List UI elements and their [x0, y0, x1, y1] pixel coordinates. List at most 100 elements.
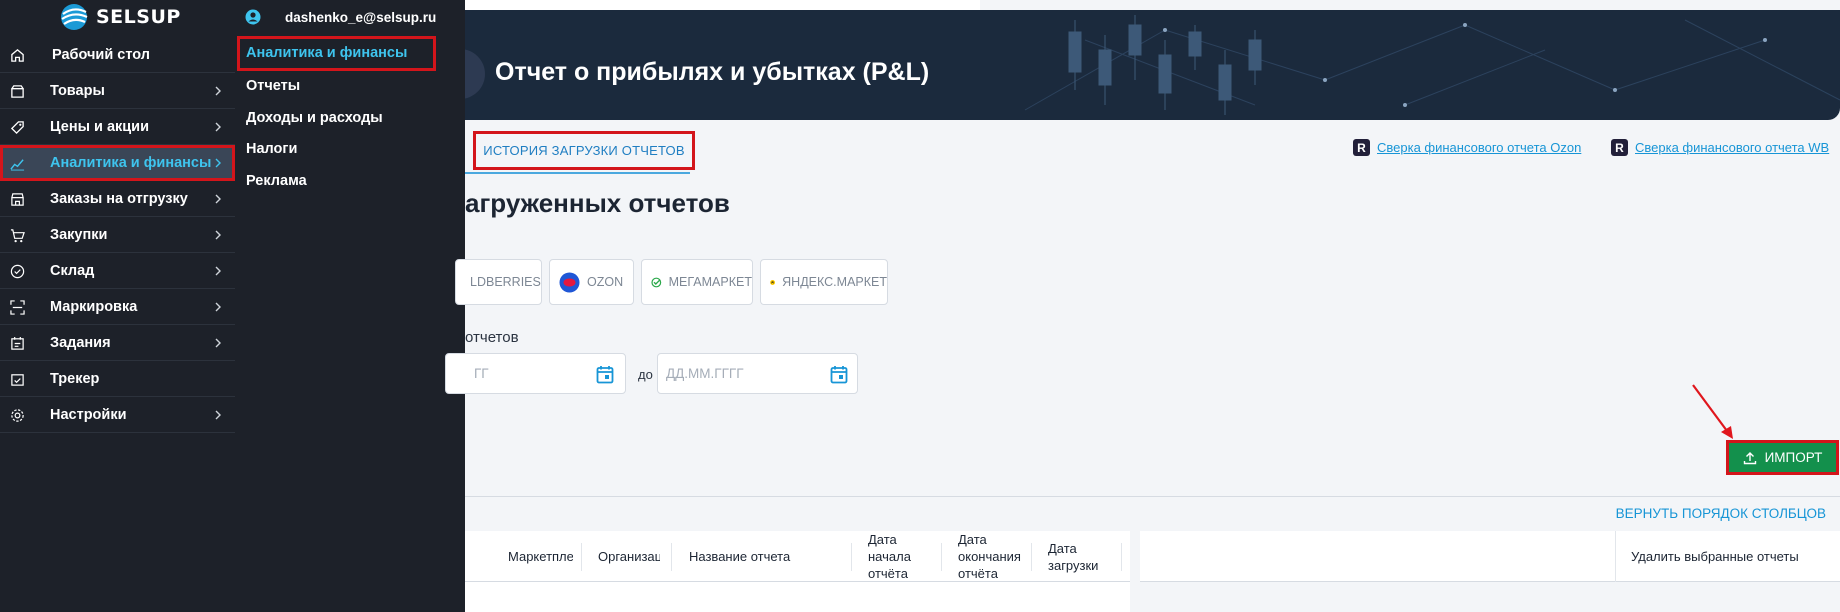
user-avatar-icon — [245, 9, 261, 25]
reconciliation-icon: R — [1353, 139, 1370, 156]
column-start-date[interactable]: Дата начала отчёта — [868, 531, 936, 582]
submenu-item-taxes[interactable]: Налоги — [235, 134, 465, 166]
gear-icon — [11, 409, 24, 422]
column-divider[interactable] — [671, 543, 672, 571]
selsup-logo[interactable]: SELSUP — [58, 2, 181, 32]
store-icon — [11, 193, 24, 206]
chevron-right-icon — [215, 410, 221, 420]
column-divider[interactable] — [1121, 543, 1122, 571]
sidebar-item-label: Задания — [50, 335, 111, 351]
sidebar-item-dashboard[interactable]: Рабочий стол — [0, 37, 235, 73]
column-divider[interactable] — [851, 543, 852, 571]
delete-selected-button[interactable]: Удалить выбранные отчеты — [1631, 548, 1831, 565]
import-button[interactable]: ИМПОРТ — [1726, 440, 1839, 475]
page-title: Отчет о прибылях и убытках (P&L) — [495, 58, 930, 86]
calendar-icon[interactable] — [596, 365, 614, 384]
yandex-market-logo-icon — [770, 279, 776, 285]
scan-icon — [10, 300, 25, 315]
marketplace-ozon-button[interactable]: OZON — [549, 259, 634, 305]
marketplace-label: OZON — [587, 275, 624, 289]
column-marketplace[interactable]: Маркетплейс — [508, 548, 573, 565]
annotation-arrow — [1692, 384, 1733, 439]
sidebar-item-analytics[interactable]: Аналитика и финансы — [0, 145, 235, 181]
submenu-item-advertising[interactable]: Реклама — [235, 166, 465, 198]
tracker-icon — [11, 374, 24, 386]
sidebar-item-label: Аналитика и финансы — [50, 155, 212, 171]
table-divider — [465, 496, 1840, 497]
date-to-field[interactable]: ДД.ММ.ГГГГ — [657, 353, 858, 394]
sidebar-item-label: Цены и акции — [50, 119, 150, 135]
calendar-icon[interactable] — [830, 365, 848, 384]
tab-upload-history[interactable]: ИСТОРИЯ ЗАГРУЗКИ ОТЧЕТОВ — [473, 131, 695, 170]
reconciliation-icon: R — [1611, 139, 1628, 156]
chevron-right-icon — [215, 266, 221, 276]
selsup-logo-icon — [61, 4, 88, 30]
page-banner: Отчет о прибылях и убытках (P&L) — [465, 10, 1840, 120]
chevron-right-icon — [215, 158, 221, 168]
submenu-list: Аналитика и финансы Отчеты Доходы и расх… — [235, 36, 465, 197]
sidebar-item-label: Склад — [50, 263, 95, 279]
sidebar-item-prices[interactable]: Цены и акции — [0, 109, 235, 145]
marketplace-label: ЯНДЕКС.МАРКЕТ — [782, 275, 887, 289]
sidebar-item-purchases[interactable]: Закупки — [0, 217, 235, 253]
marketplace-yandex-button[interactable]: ЯНДЕКС.МАРКЕТ — [760, 259, 888, 305]
section-title: агруженных отчетов — [465, 188, 730, 218]
column-end-date[interactable]: Дата окончания отчёта — [958, 531, 1026, 582]
chevron-right-icon — [215, 86, 221, 96]
chevron-right-icon — [215, 230, 221, 240]
brand-name: SELSUP — [96, 6, 181, 28]
user-profile[interactable]: dashenko_e@selsup.ru — [245, 6, 436, 28]
ozon-reconciliation-text[interactable]: Сверка финансового отчета Ozon — [1377, 140, 1581, 155]
column-divider[interactable] — [1031, 543, 1032, 571]
sidebar-item-warehouse[interactable]: Склад — [0, 253, 235, 289]
sidebar-item-label: Маркировка — [50, 299, 138, 315]
analytics-submenu: dashenko_e@selsup.ru Аналитика и финансы… — [235, 0, 465, 612]
sidebar-item-orders[interactable]: Заказы на отгрузку — [0, 181, 235, 217]
submenu-item-income-expenses[interactable]: Доходы и расходы — [235, 103, 465, 135]
active-tab-indicator — [465, 172, 690, 174]
column-divider[interactable] — [941, 543, 942, 571]
sidebar-item-tasks[interactable]: Задания — [0, 325, 235, 361]
restore-column-order-button[interactable]: ВЕРНУТЬ ПОРЯДОК СТОЛБЦОВ — [1616, 506, 1826, 521]
sidebar-item-label: Заказы на отгрузку — [50, 191, 188, 207]
marketplace-label: МЕГАМАРКЕТ — [668, 275, 752, 289]
sidebar-item-label: Рабочий стол — [52, 47, 150, 63]
sidebar-item-settings[interactable]: Настройки — [0, 397, 235, 433]
submenu-item-reports[interactable]: Отчеты — [235, 71, 465, 103]
chevron-right-icon — [215, 338, 221, 348]
marketplace-wildberries-button[interactable]: LDBERRIES — [455, 259, 542, 305]
wb-reconciliation-text[interactable]: Сверка финансового отчета WB — [1635, 140, 1829, 155]
user-email: dashenko_e@selsup.ru — [285, 9, 437, 25]
ozon-logo-icon — [559, 272, 580, 292]
ozon-reconciliation-link[interactable]: R Сверка финансового отчета Ozon — [1353, 139, 1581, 156]
sidebar-item-label: Закупки — [50, 227, 108, 243]
sidebar-nav: Рабочий стол Товары Цены и акции Аналити… — [0, 37, 235, 433]
column-upload-date[interactable]: Дата загрузки — [1048, 540, 1116, 574]
upload-icon — [1743, 451, 1756, 464]
date-from-field[interactable]: ГГ — [445, 353, 626, 394]
sidebar: SELSUP Рабочий стол Товары Цены и акции … — [0, 0, 235, 612]
check-circle-icon — [10, 264, 25, 279]
home-icon — [11, 49, 24, 62]
chevron-right-icon — [215, 194, 221, 204]
column-divider[interactable] — [581, 543, 582, 571]
box-icon — [11, 85, 24, 98]
wb-reconciliation-link[interactable]: R Сверка финансового отчета WB — [1611, 139, 1829, 156]
chevron-right-icon — [215, 302, 221, 312]
sidebar-item-label: Товары — [50, 83, 105, 99]
date-to-placeholder: ДД.ММ.ГГГГ — [666, 366, 744, 381]
sidebar-item-products[interactable]: Товары — [0, 73, 235, 109]
column-report-name[interactable]: Название отчета — [689, 548, 829, 565]
task-icon — [11, 336, 24, 350]
submenu-item-analytics[interactable]: Аналитика и финансы — [237, 36, 436, 71]
report-tabs: ИСТОРИЯ ЗАГРУЗКИ ОТЧЕТОВ R Сверка финанс… — [465, 120, 1840, 175]
date-to-label: до — [638, 367, 653, 382]
chart-icon — [10, 159, 25, 171]
marketplace-megamarket-button[interactable]: МЕГАМАРКЕТ — [641, 259, 753, 305]
import-label: ИМПОРТ — [1764, 450, 1823, 465]
sidebar-item-tracker[interactable]: Трекер — [0, 361, 235, 397]
column-organization[interactable]: Организация — [598, 548, 660, 565]
sidebar-item-marking[interactable]: Маркировка — [0, 289, 235, 325]
cart-icon — [10, 229, 25, 243]
date-range-label: отчетов — [465, 329, 519, 346]
